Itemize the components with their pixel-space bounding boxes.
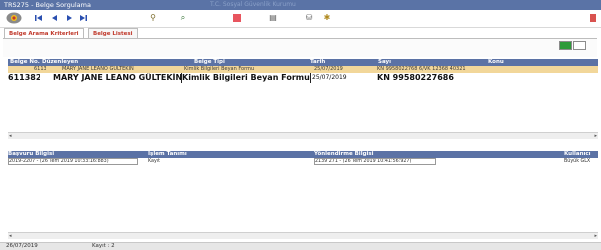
document-grid-scrollbar[interactable]: ◂ ▸ xyxy=(8,132,598,139)
exit-icon[interactable] xyxy=(6,12,22,24)
row-cell-by: MARY JANE LEANO GÜLTEKİN xyxy=(62,66,134,72)
clear-icon[interactable] xyxy=(232,13,242,23)
column-basvuru[interactable]: Başvuru Bilgisi xyxy=(8,151,54,158)
scroll-left-icon[interactable]: ◂ xyxy=(9,233,12,239)
window-subtitle: T.C. Sosyal Güvenlik Kurumu xyxy=(210,1,296,8)
row-cell-basvuru: 2019-2207 - (26 Tem 2019 10:33:16:883) xyxy=(8,158,138,165)
column-belge-no[interactable]: Belge No. xyxy=(10,59,40,66)
scroll-right-icon[interactable]: ▸ xyxy=(594,233,597,239)
next-record-icon[interactable] xyxy=(64,13,74,23)
table-row[interactable]: 61138228 MARY JANE LEANO GÜLTEKİN Kimlik… xyxy=(8,73,598,83)
row-cell-date: 25/07/2019 xyxy=(312,74,347,81)
search-icon[interactable]: ⌕ xyxy=(178,13,188,23)
row-cell-date: 25/07/2019 xyxy=(314,66,343,72)
row-cell-by: MARY JANE LEANO GÜLTEKİN xyxy=(53,73,182,83)
column-konu[interactable]: Konu xyxy=(488,59,504,66)
row-cell-islem: Kayıt xyxy=(148,159,161,164)
row-cell-num: KN 9958022768 6/VK 12368 40321 xyxy=(377,66,466,72)
previous-record-icon[interactable] xyxy=(50,13,60,23)
title-bar: TRS275 - Belge Sorgulama T.C. Sosyal Güv… xyxy=(0,0,601,10)
row-cell-yonlendirme: 2139 271 - (26 Tem 2019 10:41:56:927) xyxy=(314,158,436,165)
help-icon[interactable]: ✱ xyxy=(322,13,332,23)
column-kullanici[interactable]: Kullanıcı xyxy=(564,151,591,158)
green-color-swatch[interactable] xyxy=(559,41,572,50)
row-cell-no: 61138220 xyxy=(34,66,46,72)
criteria-panel xyxy=(3,38,597,57)
toolbar: ⚲ ⌕ ▤ ⛁ ✱ xyxy=(0,10,601,28)
column-sayi[interactable]: Sayı xyxy=(378,59,391,66)
column-duzenleyen[interactable]: Düzenleyen xyxy=(42,59,78,66)
close-icon[interactable] xyxy=(588,13,598,23)
row-cell-num: KN 99580227686 xyxy=(377,73,454,82)
table-row[interactable]: 61138220 MARY JANE LEANO GÜLTEKİN Kimlik… xyxy=(8,66,598,73)
row-cell-kullanici: Büyük GLX xyxy=(564,159,591,164)
scroll-right-icon[interactable]: ▸ xyxy=(594,133,597,139)
row-cell-no: 61138228 xyxy=(8,73,40,82)
save-icon[interactable]: ⛁ xyxy=(304,13,314,23)
first-record-icon[interactable] xyxy=(34,13,44,23)
row-cell-type: Kimlik Bilgileri Beyan Formu xyxy=(184,66,255,72)
column-yonlendirme[interactable]: Yönlendirme Bilgisi xyxy=(314,151,374,158)
last-record-icon[interactable] xyxy=(78,13,88,23)
print-icon[interactable]: ▤ xyxy=(268,13,278,23)
white-color-swatch[interactable] xyxy=(573,41,586,50)
table-row[interactable]: 2019-2207 - (26 Tem 2019 10:33:16:883) K… xyxy=(8,158,598,165)
column-tarih[interactable]: Tarih xyxy=(310,59,325,66)
row-cell-type: Kimlik Bilgileri Beyan Formu xyxy=(182,73,311,83)
column-islem[interactable]: İşlem Tanımı xyxy=(148,151,187,158)
column-belge-tipi[interactable]: Belge Tipi xyxy=(194,59,225,66)
history-grid-header: Başvuru Bilgisi İşlem Tanımı Yönlendirme… xyxy=(8,151,598,158)
history-grid-scrollbar[interactable]: ◂ ▸ xyxy=(8,232,598,239)
document-grid-header: Belge No. Düzenleyen Belge Tipi Tarih Sa… xyxy=(8,59,598,66)
scroll-left-icon[interactable]: ◂ xyxy=(9,133,12,139)
filter-icon[interactable]: ⚲ xyxy=(148,13,158,23)
window-title: TRS275 - Belge Sorgulama xyxy=(4,1,91,9)
